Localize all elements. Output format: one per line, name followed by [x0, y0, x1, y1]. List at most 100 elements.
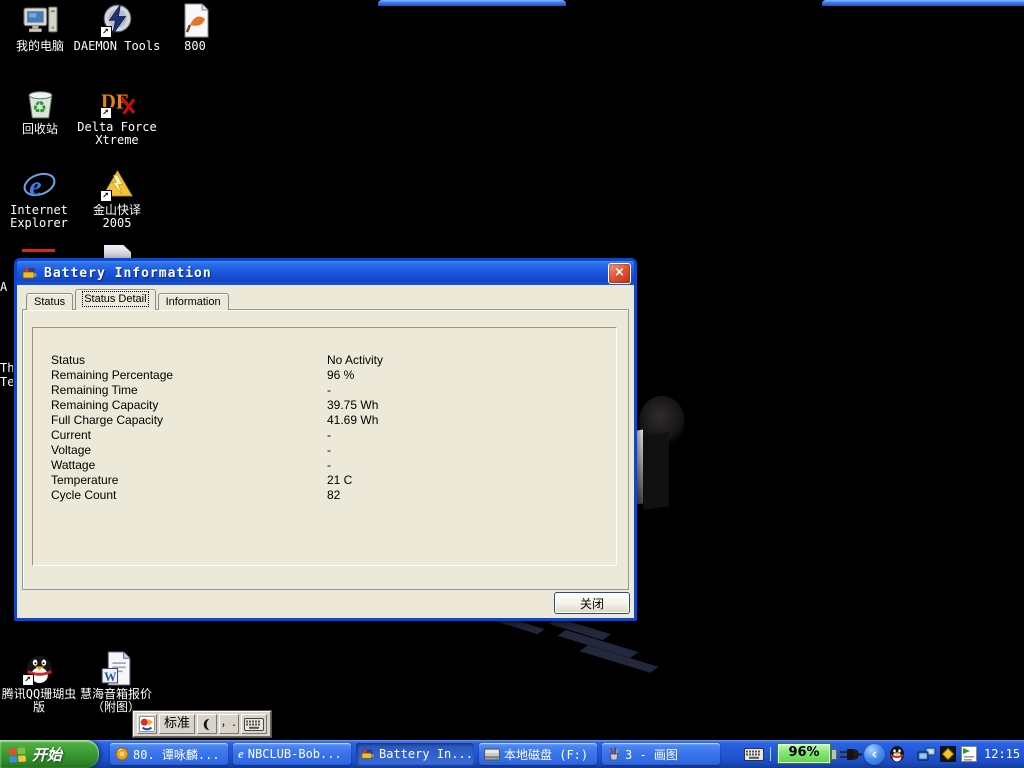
- status-row-label: Current: [51, 428, 327, 443]
- partial-icon-label: Te: [0, 376, 13, 389]
- taskbar-item-label: 本地磁盘 (F:): [504, 746, 588, 763]
- status-row-value: 41.69 Wh: [327, 413, 378, 428]
- battery-icon: [22, 265, 38, 281]
- moon-icon[interactable]: [197, 714, 217, 734]
- icon-label: 2005: [103, 217, 132, 230]
- battery-meter[interactable]: 96%: [777, 743, 831, 764]
- status-row-value: -: [327, 428, 331, 443]
- status-row-value: -: [327, 443, 331, 458]
- taskbar-item-battery[interactable]: Battery In...: [356, 743, 474, 765]
- status-row-label: Wattage: [51, 458, 327, 473]
- status-row-value: No Activity: [327, 353, 383, 368]
- taskbar-item-label: NBCLUB-Bob...: [248, 747, 342, 761]
- desktop-icon-daemon-tools[interactable]: ↗ DAEMON Tools: [78, 3, 156, 53]
- soft-keyboard-icon[interactable]: [241, 714, 267, 734]
- punctuation-icon[interactable]: ，.: [219, 714, 239, 734]
- desktop-icon-kingsoft-kuaiyi[interactable]: ↗ 金山快译 2005: [78, 167, 156, 230]
- task-flag-icon[interactable]: [961, 746, 977, 762]
- tray-separator: [770, 747, 771, 761]
- svg-text:♻: ♻: [32, 98, 47, 117]
- internet-explorer-icon: e: [238, 746, 244, 762]
- delta-force-icon: DF ↗: [100, 84, 135, 119]
- icon-label: 回收站: [22, 123, 58, 136]
- taskbar: 开始 80. 谭咏麟... e NBCLUB-Bob... Battery In…: [0, 740, 1024, 768]
- desktop-icon-800[interactable]: 800: [156, 3, 234, 53]
- windows-logo-icon: [8, 746, 27, 763]
- disk-drive-icon: [484, 748, 500, 761]
- desktop-icon-recycle-bin[interactable]: ♻ 回收站: [1, 86, 79, 136]
- kingsoft-icon: ↗: [100, 167, 135, 202]
- shortcut-arrow-icon: ↗: [100, 190, 112, 202]
- status-row: Voltage-: [51, 443, 616, 458]
- desktop-icon-delta-force[interactable]: DF ↗ Delta Force Xtreme: [78, 84, 156, 147]
- taskbar-item-nbclub[interactable]: e NBCLUB-Bob...: [233, 743, 351, 765]
- status-row-label: Status: [51, 353, 327, 368]
- taskbar-item-paint-group[interactable]: 3 - 画图: [602, 743, 720, 765]
- status-row-value: 39.75 Wh: [327, 398, 378, 413]
- background-window-edge[interactable]: [378, 0, 566, 6]
- partial-icon-label: A: [0, 281, 13, 294]
- icon-label: 版: [33, 701, 45, 714]
- desktop-icon-my-computer[interactable]: 我的电脑: [1, 3, 79, 53]
- icon-label: Explorer: [10, 217, 68, 230]
- word-document-icon: W: [99, 651, 134, 686]
- tab-status-detail[interactable]: Status Detail: [75, 289, 155, 310]
- start-button[interactable]: 开始: [0, 740, 99, 768]
- status-row-label: Remaining Time: [51, 383, 327, 398]
- shortcut-arrow-icon: ↗: [22, 674, 34, 686]
- status-detail-panel: StatusNo ActivityRemaining Percentage96 …: [32, 327, 617, 566]
- status-row-value: 21 C: [327, 473, 352, 488]
- desktop-icon-huihai-doc[interactable]: W 慧海音箱报价 （附图）: [77, 651, 155, 714]
- status-row-value: -: [327, 383, 331, 398]
- paint-icon: [607, 747, 621, 761]
- status-row: Remaining Percentage96 %: [51, 368, 616, 383]
- icon-label: 我的电脑: [16, 40, 64, 53]
- keyboard-icon[interactable]: [744, 748, 764, 761]
- tab-information[interactable]: Information: [158, 293, 229, 310]
- qq-penguin-icon: ↗: [22, 651, 57, 686]
- status-row: StatusNo Activity: [51, 353, 616, 368]
- collapse-chevron-icon[interactable]: ‹: [864, 744, 885, 765]
- desktop-root: 我的电脑 ↗ DAEMON Tools 800 ♻ 回收站 DF ↗ Delta…: [0, 0, 1024, 768]
- network-icon[interactable]: [917, 747, 937, 762]
- plug-icon[interactable]: [838, 747, 862, 762]
- qq-tray-icon[interactable]: [888, 745, 906, 763]
- status-row-label: Cycle Count: [51, 488, 327, 503]
- background-window-edge[interactable]: [822, 0, 1024, 6]
- ime-mode-button[interactable]: 标准: [159, 714, 195, 734]
- partial-desktop-icon: [22, 249, 55, 252]
- my-computer-icon: [23, 3, 58, 38]
- status-row-label: Remaining Capacity: [51, 398, 327, 413]
- desktop-icon-internet-explorer[interactable]: e Internet Explorer: [0, 167, 78, 230]
- status-row-value: -: [327, 458, 331, 473]
- desktop-icon-qq[interactable]: ↗ 腾讯QQ珊瑚虫 版: [0, 651, 78, 714]
- status-row: Current-: [51, 428, 616, 443]
- shortcut-arrow-icon: ↗: [100, 107, 112, 119]
- icon-label: 800: [184, 40, 206, 53]
- status-row: Cycle Count82: [51, 488, 616, 503]
- daemon-tools-icon: ↗: [100, 3, 135, 38]
- tab-strip: Status Status Detail Information: [26, 292, 231, 310]
- status-row-label: Remaining Percentage: [51, 368, 327, 383]
- status-row-label: Full Charge Capacity: [51, 413, 327, 428]
- icon-label: DAEMON Tools: [74, 40, 161, 53]
- partial-desktop-icon: [104, 245, 131, 258]
- partial-icon-label: Th: [0, 362, 13, 375]
- tab-status[interactable]: Status: [26, 293, 73, 310]
- taskbar-item-label: Battery In...: [379, 747, 473, 761]
- tray-clock[interactable]: 12:15: [984, 740, 1020, 768]
- battery-meter-nub: [831, 749, 837, 760]
- dialog-titlebar[interactable]: Battery Information ×: [17, 261, 634, 285]
- status-detail-page: StatusNo ActivityRemaining Percentage96 …: [22, 309, 629, 590]
- close-icon[interactable]: ×: [608, 263, 631, 284]
- start-label: 开始: [32, 744, 62, 765]
- shortcut-arrow-icon: ↗: [100, 26, 112, 38]
- svg-text:e: e: [29, 171, 41, 202]
- close-button[interactable]: 关闭: [554, 592, 630, 614]
- daemon-tray-icon[interactable]: [940, 746, 956, 762]
- taskbar-item-music[interactable]: 80. 谭咏麟...: [110, 743, 228, 765]
- taskbar-item-local-disk[interactable]: 本地磁盘 (F:): [479, 743, 597, 765]
- dialog-title: Battery Information: [44, 266, 212, 281]
- status-row: Temperature21 C: [51, 473, 616, 488]
- ime-logo-icon[interactable]: [137, 714, 157, 734]
